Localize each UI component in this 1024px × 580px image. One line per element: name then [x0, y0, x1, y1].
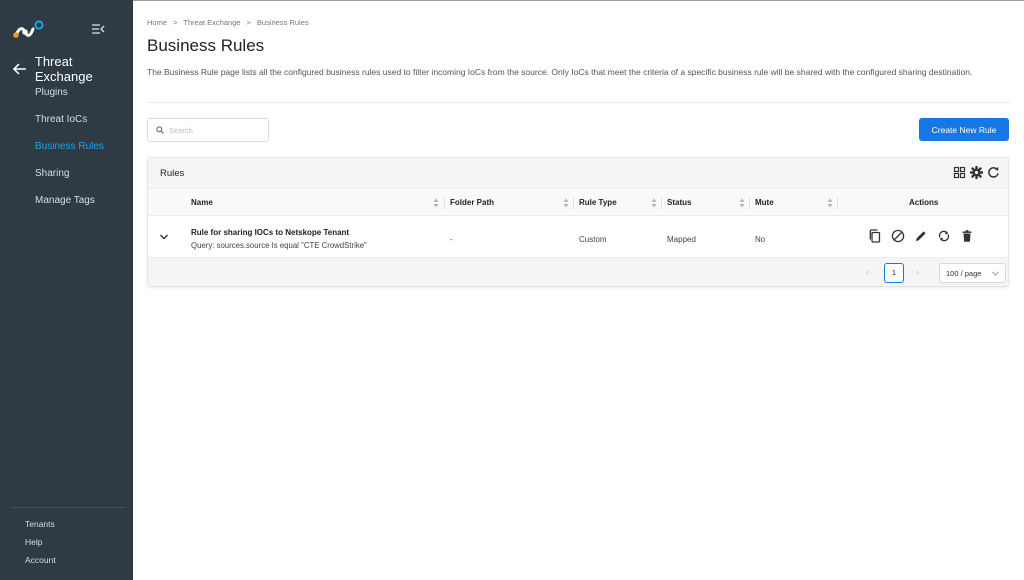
rule-query: Query: sources.source Is equal "CTE Crow…	[191, 241, 367, 250]
refresh-icon[interactable]	[987, 166, 1000, 179]
search-box[interactable]	[147, 118, 269, 142]
sort-icon[interactable]	[433, 198, 439, 208]
mute-icon[interactable]	[891, 229, 905, 243]
column-header-folder-path[interactable]: Folder Path	[450, 198, 494, 207]
page-description: The Business Rule page lists all the con…	[147, 67, 973, 77]
sidebar-item-manage-tags[interactable]: Manage Tags	[35, 194, 104, 221]
breadcrumb: Home > Threat Exchange > Business Rules	[147, 18, 309, 27]
sort-icon[interactable]	[739, 198, 745, 208]
grid-view-icon[interactable]	[953, 166, 966, 179]
column-header-rule-type[interactable]: Rule Type	[579, 198, 617, 207]
edit-icon[interactable]	[914, 229, 928, 243]
netskope-logo	[13, 20, 44, 38]
cell-folder-path: -	[450, 235, 453, 244]
breadcrumb-separator: >	[173, 18, 178, 27]
column-header-actions: Actions	[909, 198, 939, 207]
main-content: Home > Threat Exchange > Business Rules …	[133, 0, 1024, 580]
sidebar-section-back[interactable]: Threat Exchange	[13, 54, 133, 84]
sidebar-item-account[interactable]: Account	[25, 554, 56, 572]
column-separator	[444, 197, 445, 209]
arrow-left-icon	[13, 63, 26, 75]
breadcrumb-home[interactable]: Home	[147, 18, 167, 27]
sidebar-divider	[12, 507, 125, 508]
search-input[interactable]	[169, 125, 265, 135]
sidebar-item-tenants[interactable]: Tenants	[25, 518, 56, 536]
chevron-down-icon[interactable]	[159, 232, 169, 242]
next-page-button[interactable]: ›	[916, 267, 919, 277]
table-row: Rule for sharing IOCs to Netskope Tenant…	[148, 216, 1008, 258]
cell-rule-type: Custom	[579, 235, 607, 244]
row-actions	[868, 229, 974, 243]
page-1-button[interactable]: 1	[884, 263, 904, 283]
cell-status: Mapped	[667, 235, 696, 244]
sidebar-nav: Plugins Threat IoCs Business Rules Shari…	[35, 86, 104, 221]
prev-page-button[interactable]: ‹	[866, 267, 869, 277]
column-separator	[749, 197, 750, 209]
sync-icon[interactable]	[937, 229, 951, 243]
sidebar-item-business-rules[interactable]: Business Rules	[35, 140, 104, 167]
sidebar-item-sharing[interactable]: Sharing	[35, 167, 104, 194]
gear-icon[interactable]	[970, 166, 983, 179]
page-title: Business Rules	[147, 36, 265, 55]
sidebar: Threat Exchange Plugins Threat IoCs Busi…	[0, 0, 133, 580]
create-new-rule-button[interactable]: Create New Rule	[919, 118, 1009, 141]
cell-mute: No	[755, 235, 766, 244]
divider	[147, 102, 1010, 103]
table-tools	[953, 166, 1000, 179]
rule-name: Rule for sharing IOCs to Netskope Tenant	[191, 228, 350, 237]
copy-icon[interactable]	[868, 229, 882, 243]
sidebar-item-help[interactable]: Help	[25, 536, 56, 554]
breadcrumb-business-rules: Business Rules	[256, 18, 309, 27]
sidebar-item-plugins[interactable]: Plugins	[35, 86, 104, 113]
sort-icon[interactable]	[651, 198, 657, 208]
table-title: Rules	[160, 167, 185, 179]
delete-icon[interactable]	[960, 229, 974, 243]
table-header-bar: Rules	[148, 158, 1008, 188]
sidebar-bottom-nav: Tenants Help Account	[25, 518, 56, 572]
sidebar-item-threat-iocs[interactable]: Threat IoCs	[35, 113, 104, 140]
column-separator	[837, 197, 838, 209]
rules-table-card: Rules Name Folder Path Rule Type Status …	[147, 157, 1009, 287]
breadcrumb-threat-exchange[interactable]: Threat Exchange	[183, 18, 240, 27]
page-size-value: 100 / page	[946, 268, 982, 278]
search-icon	[156, 126, 164, 134]
table-column-headers: Name Folder Path Rule Type Status Mute A…	[148, 188, 1008, 216]
column-header-name[interactable]: Name	[191, 198, 213, 207]
breadcrumb-separator: >	[246, 18, 251, 27]
column-separator	[573, 197, 574, 209]
page-size-select[interactable]: 100 / page	[939, 263, 1006, 283]
sort-icon[interactable]	[563, 198, 569, 208]
sidebar-section-title: Threat Exchange	[34, 54, 93, 84]
sort-icon[interactable]	[827, 198, 833, 208]
chevron-down-icon	[992, 271, 999, 276]
pagination: ‹ 1 › 100 / page	[148, 258, 1008, 286]
menu-collapse-icon[interactable]	[91, 22, 105, 36]
column-separator	[661, 197, 662, 209]
column-header-mute[interactable]: Mute	[755, 198, 774, 207]
column-header-status[interactable]: Status	[667, 198, 691, 207]
